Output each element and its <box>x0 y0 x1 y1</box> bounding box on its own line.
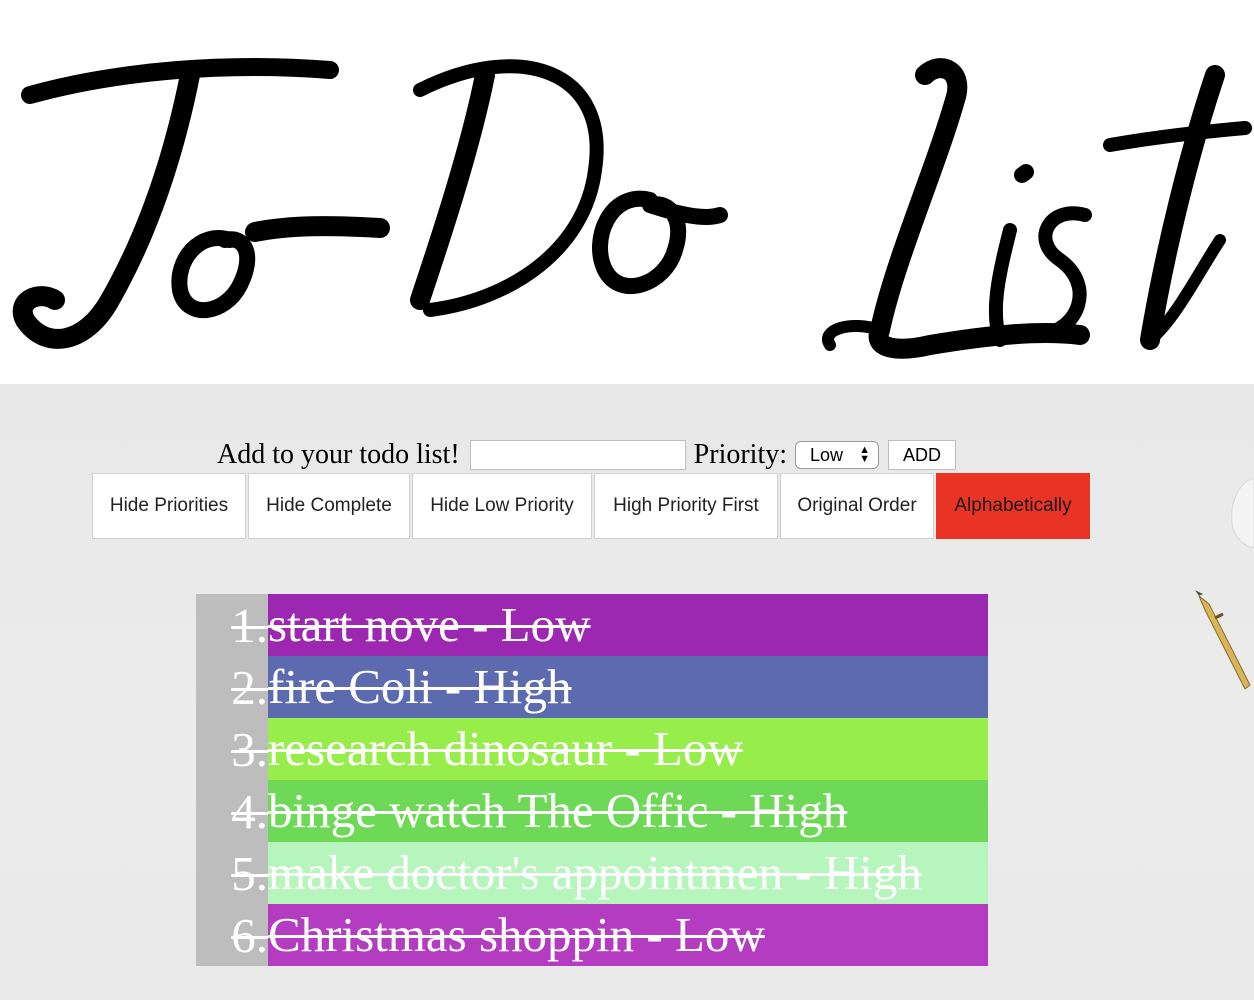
hide-priorities-button[interactable]: Hide Priorities <box>92 473 246 539</box>
todo-item-number: 4. <box>231 783 268 839</box>
computer-mouse-image <box>1228 477 1254 553</box>
priority-selected-value: Low <box>810 444 844 465</box>
todo-item-text: Christmas shoppin - Low <box>268 907 765 962</box>
priority-select[interactable]: Low ▲ ▼ <box>795 441 880 469</box>
add-todo-form: Add to your todo list! Priority: Low ▲ ▼ … <box>217 436 957 474</box>
todo-item-text: start nove - Low <box>268 597 591 652</box>
todo-item-number: 2. <box>231 659 268 715</box>
todo-item-number: 1. <box>231 597 268 653</box>
select-arrows-icon: ▲ ▼ <box>859 444 871 465</box>
todo-list-logo <box>12 58 1252 359</box>
todo-item[interactable]: 2. fire Coli - High <box>196 656 988 718</box>
header-banner <box>0 0 1254 384</box>
todo-item[interactable]: 5. make doctor's appointmen - High <box>196 842 988 904</box>
todo-item-text: research dinosaur - Low <box>268 721 743 776</box>
todo-item[interactable]: 3. research dinosaur - Low <box>196 718 988 780</box>
todo-item-number: 5. <box>231 845 268 901</box>
todo-item[interactable]: 4. binge watch The Offic - High <box>196 780 988 842</box>
todo-item[interactable]: 6. Christmas shoppin - Low <box>196 904 988 966</box>
todo-text-input[interactable] <box>469 440 686 470</box>
pen-image <box>1195 590 1254 715</box>
add-todo-label: Add to your todo list! <box>217 439 460 470</box>
high-priority-first-button[interactable]: High Priority First <box>594 473 778 539</box>
alphabetically-button[interactable]: Alphabetically <box>936 473 1090 539</box>
hide-complete-button[interactable]: Hide Complete <box>248 473 410 539</box>
original-order-button[interactable]: Original Order <box>780 473 934 539</box>
add-button[interactable]: ADD <box>888 440 957 470</box>
todo-item[interactable]: 1. start nove - Low <box>196 594 988 656</box>
todo-list: 1. start nove - Low 2. fire Coli - High … <box>196 594 988 966</box>
todo-item-number: 6. <box>231 907 268 963</box>
priority-label: Priority: <box>693 439 788 470</box>
todo-item-text: binge watch The Offic - High <box>268 783 848 838</box>
todo-item-text: fire Coli - High <box>268 659 572 714</box>
todo-item-text: make doctor's appointmen - High <box>268 845 922 900</box>
hide-low-priority-button[interactable]: Hide Low Priority <box>412 473 592 539</box>
todo-item-number: 3. <box>231 721 268 777</box>
filter-sort-toolbar: Hide Priorities Hide Complete Hide Low P… <box>92 473 1092 539</box>
